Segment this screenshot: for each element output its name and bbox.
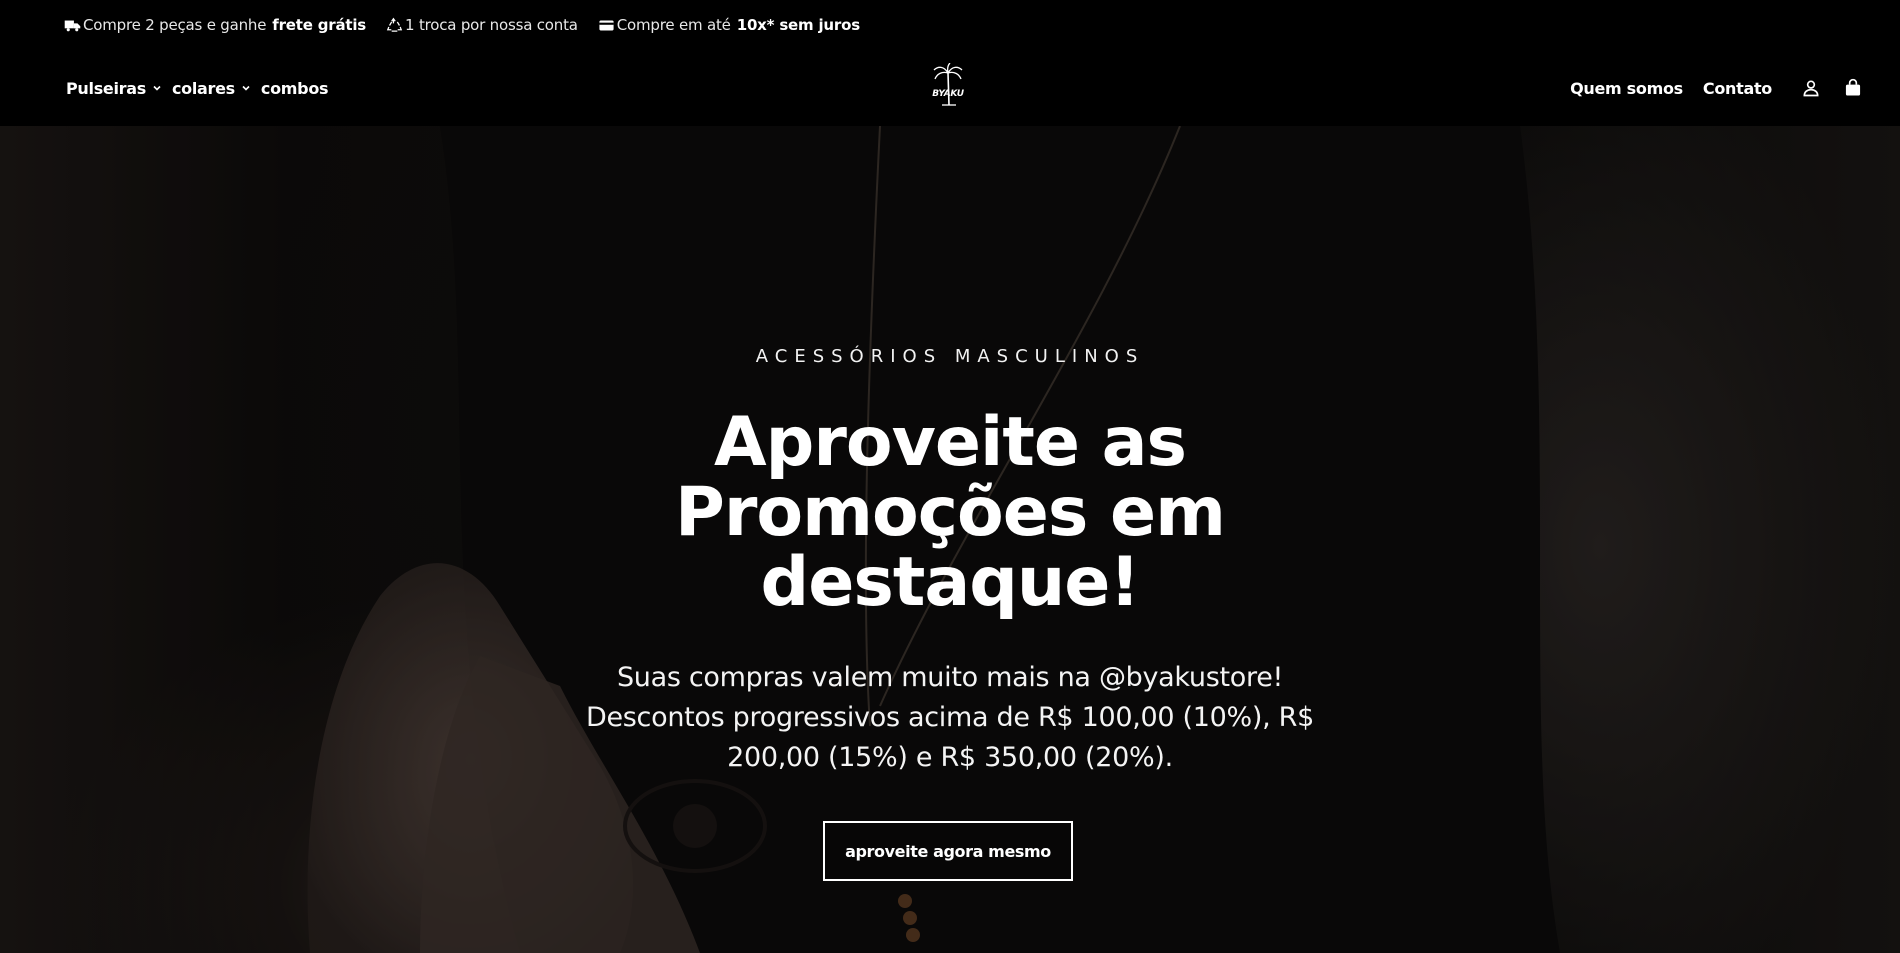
credit-card-icon xyxy=(599,20,614,30)
announcement-shipping: Compre 2 peças e ganhe frete grátis xyxy=(64,16,366,34)
nav-item-combos[interactable]: combos xyxy=(261,79,329,98)
chevron-down-icon xyxy=(242,85,250,91)
recycle-icon xyxy=(386,17,403,32)
cart-button[interactable] xyxy=(1842,77,1864,99)
hero-banner: ACESSÓRIOS MASCULINOS Aproveite as Promo… xyxy=(0,126,1900,953)
truck-icon xyxy=(64,20,81,31)
hero-eyebrow: ACESSÓRIOS MASCULINOS xyxy=(755,346,1145,367)
secondary-nav: Quem somos Contato xyxy=(1570,50,1864,126)
hero-cta-button[interactable]: aproveite agora mesmo xyxy=(823,821,1073,881)
chevron-down-icon xyxy=(153,85,161,91)
site-header: Pulseiras colares combos BYAKU Quem somo… xyxy=(0,50,1900,126)
user-icon xyxy=(1803,80,1819,97)
nav-item-pulseiras[interactable]: Pulseiras xyxy=(66,79,162,98)
nav-item-colares[interactable]: colares xyxy=(172,79,251,98)
announcement-exchange: 1 troca por nossa conta xyxy=(386,16,578,34)
main-nav: Pulseiras colares combos xyxy=(66,50,329,126)
shopping-bag-icon xyxy=(1845,78,1861,96)
announcement-installments: Compre em até 10x* sem juros xyxy=(598,16,860,34)
logo-wordmark: BYAKU xyxy=(932,89,964,99)
nav-item-quem-somos[interactable]: Quem somos xyxy=(1570,79,1683,98)
account-button[interactable] xyxy=(1800,77,1822,99)
palm-tree-logo-icon xyxy=(933,63,963,106)
hero-subtext: Suas compras valem muito mais na @byakus… xyxy=(585,662,1315,773)
brand-logo[interactable]: BYAKU xyxy=(928,63,968,119)
hero-headline: Aproveite as Promoções em destaque! xyxy=(675,403,1226,622)
hero-content: ACESSÓRIOS MASCULINOS Aproveite as Promo… xyxy=(0,126,1900,953)
nav-item-contato[interactable]: Contato xyxy=(1703,79,1772,98)
announcement-bar: Compre 2 peças e ganhe frete grátis 1 tr… xyxy=(0,0,1900,50)
